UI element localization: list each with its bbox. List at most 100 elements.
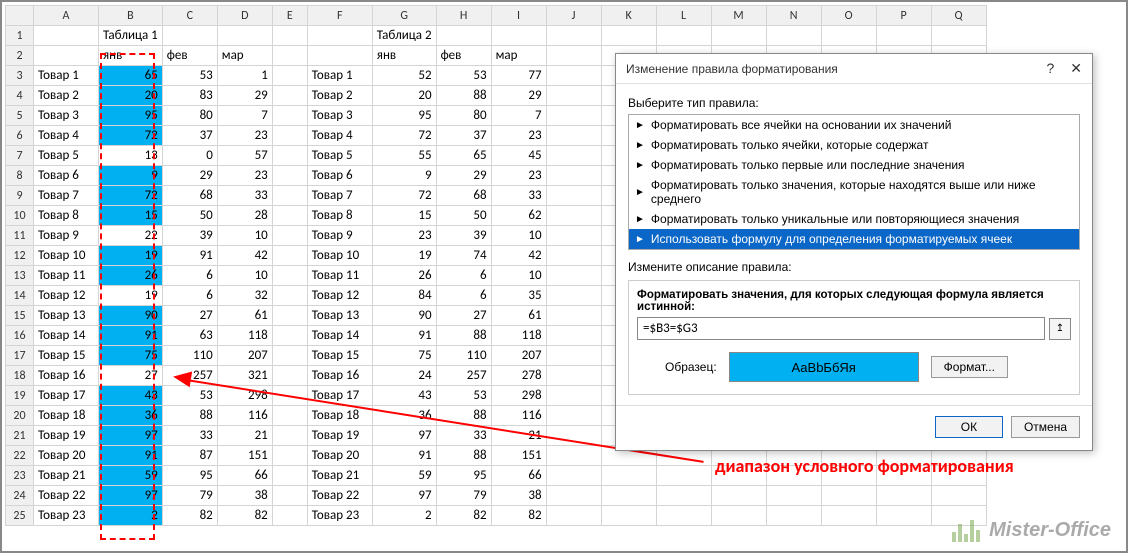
cell[interactable]: 88 bbox=[436, 446, 491, 466]
cell[interactable]: 91 bbox=[99, 446, 163, 466]
cell[interactable]: 6 bbox=[162, 286, 217, 306]
cell[interactable]: мар bbox=[491, 46, 546, 66]
cell[interactable]: 118 bbox=[491, 326, 546, 346]
cell[interactable]: 53 bbox=[162, 66, 217, 86]
cell[interactable]: 257 bbox=[162, 366, 217, 386]
close-icon[interactable]: ✕ bbox=[1070, 60, 1082, 77]
cell[interactable]: Товар 16 bbox=[307, 366, 372, 386]
cell[interactable]: 23 bbox=[491, 166, 546, 186]
ok-button[interactable]: ОК bbox=[935, 416, 1003, 438]
row-header[interactable]: 23 bbox=[6, 466, 34, 486]
cell[interactable]: 72 bbox=[99, 186, 163, 206]
cell[interactable]: 79 bbox=[436, 486, 491, 506]
cell[interactable]: Таблица 1 bbox=[99, 26, 163, 46]
cell[interactable]: 35 bbox=[491, 286, 546, 306]
cell[interactable]: Товар 1 bbox=[34, 66, 99, 86]
cell[interactable]: фев bbox=[436, 46, 491, 66]
cell[interactable]: 151 bbox=[491, 446, 546, 466]
cell[interactable]: 72 bbox=[372, 126, 436, 146]
cell[interactable]: 91 bbox=[372, 446, 436, 466]
cell[interactable]: 88 bbox=[436, 326, 491, 346]
cell[interactable]: 65 bbox=[99, 66, 163, 86]
cell[interactable]: Товар 4 bbox=[307, 126, 372, 146]
row-header[interactable]: 5 bbox=[6, 106, 34, 126]
cell[interactable]: 10 bbox=[217, 226, 272, 246]
cell[interactable]: 23 bbox=[217, 126, 272, 146]
cell[interactable]: Товар 7 bbox=[307, 186, 372, 206]
cell[interactable]: 37 bbox=[162, 126, 217, 146]
cell[interactable]: 84 bbox=[372, 286, 436, 306]
cell[interactable]: 77 bbox=[491, 66, 546, 86]
cell[interactable]: 61 bbox=[491, 306, 546, 326]
cell[interactable]: 95 bbox=[162, 466, 217, 486]
cell[interactable]: 61 bbox=[217, 306, 272, 326]
cell[interactable]: 97 bbox=[99, 486, 163, 506]
cell[interactable]: 7 bbox=[217, 106, 272, 126]
cell[interactable]: 24 bbox=[372, 366, 436, 386]
cell[interactable]: 95 bbox=[436, 466, 491, 486]
row-header[interactable]: 25 bbox=[6, 506, 34, 526]
cell[interactable]: 88 bbox=[436, 86, 491, 106]
cell[interactable]: Товар 4 bbox=[34, 126, 99, 146]
row-header[interactable]: 8 bbox=[6, 166, 34, 186]
row-header[interactable]: 14 bbox=[6, 286, 34, 306]
cell[interactable]: Товар 20 bbox=[307, 446, 372, 466]
table-row[interactable]: 23Товар 21599566Товар 21599566 bbox=[6, 466, 987, 486]
cell[interactable]: Товар 15 bbox=[34, 346, 99, 366]
help-icon[interactable]: ? bbox=[1046, 60, 1054, 77]
cell[interactable]: 83 bbox=[162, 86, 217, 106]
col-header[interactable]: G bbox=[372, 6, 436, 26]
cell[interactable]: Товар 20 bbox=[34, 446, 99, 466]
cell[interactable]: 2 bbox=[99, 506, 163, 526]
cell[interactable]: 38 bbox=[217, 486, 272, 506]
cell[interactable]: 28 bbox=[217, 206, 272, 226]
cell[interactable]: Товар 21 bbox=[307, 466, 372, 486]
cell[interactable]: Товар 10 bbox=[34, 246, 99, 266]
cell[interactable]: 13 bbox=[99, 146, 163, 166]
cell[interactable]: 50 bbox=[436, 206, 491, 226]
cell[interactable]: 21 bbox=[217, 426, 272, 446]
cell[interactable]: 72 bbox=[372, 186, 436, 206]
cell[interactable]: Товар 18 bbox=[34, 406, 99, 426]
cell[interactable]: 22 bbox=[99, 226, 163, 246]
cell[interactable]: 82 bbox=[436, 506, 491, 526]
cell[interactable]: 62 bbox=[491, 206, 546, 226]
cell[interactable]: 33 bbox=[217, 186, 272, 206]
rule-type-option[interactable]: ►Форматировать только первые или последн… bbox=[629, 155, 1079, 175]
cell[interactable]: 39 bbox=[436, 226, 491, 246]
rule-type-option-selected[interactable]: ►Использовать формулу для определения фо… bbox=[629, 229, 1079, 249]
cell[interactable]: 21 bbox=[491, 426, 546, 446]
cell[interactable]: Товар 6 bbox=[34, 166, 99, 186]
row-header[interactable]: 13 bbox=[6, 266, 34, 286]
cell[interactable]: 95 bbox=[372, 106, 436, 126]
cell[interactable]: Товар 3 bbox=[34, 106, 99, 126]
cell[interactable]: 50 bbox=[162, 206, 217, 226]
cell[interactable]: 80 bbox=[162, 106, 217, 126]
cell[interactable]: 20 bbox=[99, 86, 163, 106]
cell[interactable]: Товар 16 bbox=[34, 366, 99, 386]
cell[interactable]: 53 bbox=[436, 386, 491, 406]
cell[interactable]: 29 bbox=[436, 166, 491, 186]
cell[interactable]: 298 bbox=[491, 386, 546, 406]
cell[interactable]: 43 bbox=[372, 386, 436, 406]
cell[interactable]: 59 bbox=[372, 466, 436, 486]
cell[interactable]: 38 bbox=[491, 486, 546, 506]
cell[interactable]: 29 bbox=[491, 86, 546, 106]
cell[interactable]: 97 bbox=[372, 486, 436, 506]
cell[interactable]: Товар 23 bbox=[307, 506, 372, 526]
col-header[interactable]: I bbox=[491, 6, 546, 26]
row-header[interactable]: 15 bbox=[6, 306, 34, 326]
format-button[interactable]: Формат... bbox=[931, 356, 1008, 378]
cell[interactable]: Товар 2 bbox=[34, 86, 99, 106]
row-header[interactable]: 3 bbox=[6, 66, 34, 86]
cell[interactable]: Товар 18 bbox=[307, 406, 372, 426]
cell[interactable]: 36 bbox=[372, 406, 436, 426]
cell[interactable]: 82 bbox=[162, 506, 217, 526]
cell[interactable]: 45 bbox=[491, 146, 546, 166]
cell[interactable]: 97 bbox=[372, 426, 436, 446]
col-header[interactable]: D bbox=[217, 6, 272, 26]
cell[interactable]: 110 bbox=[436, 346, 491, 366]
row-header[interactable]: 6 bbox=[6, 126, 34, 146]
cell[interactable]: 59 bbox=[99, 466, 163, 486]
cell[interactable]: 29 bbox=[217, 86, 272, 106]
